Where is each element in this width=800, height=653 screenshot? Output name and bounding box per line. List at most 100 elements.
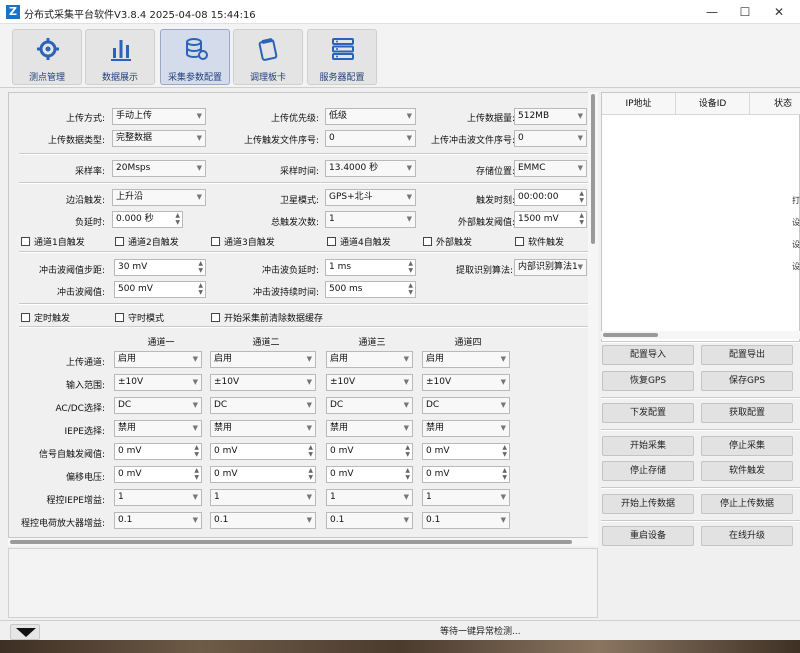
toolbar-button-acq-config[interactable]: 采集参数配置 bbox=[160, 29, 230, 85]
channel-1-field[interactable]: 1 ▼ bbox=[114, 489, 202, 506]
spinner-arrows-icon[interactable]: ▲ ▼ bbox=[194, 467, 199, 481]
scroll-thumb[interactable] bbox=[591, 94, 595, 244]
guard-mode-checkbox[interactable]: 守时模式 bbox=[115, 311, 164, 324]
channel-3-field[interactable]: ±10V ▼ bbox=[326, 374, 413, 391]
spinner-arrows-icon[interactable]: ▲ ▼ bbox=[405, 444, 410, 458]
spinner-arrows-icon[interactable]: ▲ ▼ bbox=[579, 212, 584, 226]
channel-3-field[interactable]: 启用 ▼ bbox=[326, 351, 413, 368]
spinner-arrows-icon[interactable]: ▲ ▼ bbox=[308, 444, 313, 458]
channel-4-field[interactable]: ±10V ▼ bbox=[422, 374, 510, 391]
start-acquisition-button[interactable]: 开始采集 bbox=[602, 436, 694, 456]
checkbox-box[interactable] bbox=[21, 237, 30, 246]
online-upgrade-button[interactable]: 在线升级 bbox=[701, 526, 793, 546]
spinner-arrows-icon[interactable]: ▲ ▼ bbox=[194, 444, 199, 458]
log-panel[interactable] bbox=[8, 548, 598, 618]
channel-2-field[interactable]: 0.1 ▼ bbox=[210, 512, 316, 529]
channel-2-field[interactable]: ±10V ▼ bbox=[210, 374, 316, 391]
upload-amount-select[interactable]: 512MB ▼ bbox=[514, 108, 587, 125]
stop-upload-button[interactable]: 停止上传数据 bbox=[701, 494, 793, 514]
column-header-device-id[interactable]: 设备ID bbox=[676, 93, 750, 115]
channel-3-field[interactable]: 0 mV ▲ ▼ bbox=[326, 443, 413, 460]
channel-2-field[interactable]: DC ▼ bbox=[210, 397, 316, 414]
upload-mode-select[interactable]: 手动上传 ▼ bbox=[112, 108, 206, 125]
software-trigger-button[interactable]: 软件触发 bbox=[701, 461, 793, 481]
channel-3-field[interactable]: 禁用 ▼ bbox=[326, 420, 413, 437]
channel-4-field[interactable]: 启用 ▼ bbox=[422, 351, 510, 368]
spinner-arrows-icon[interactable]: ▲ ▼ bbox=[408, 282, 413, 296]
channel-1-field[interactable]: 0 mV ▲ ▼ bbox=[114, 443, 202, 460]
channel-3-field[interactable]: 1 ▼ bbox=[326, 489, 413, 506]
scroll-thumb[interactable] bbox=[10, 540, 572, 544]
spinner-arrows-icon[interactable]: ▲ ▼ bbox=[198, 260, 203, 274]
restart-device-button[interactable]: 重启设备 bbox=[602, 526, 694, 546]
minimize-button[interactable]: — bbox=[695, 0, 729, 24]
channel-4-field[interactable]: 0.1 ▼ bbox=[422, 512, 510, 529]
spinner-arrows-icon[interactable]: ▲ ▼ bbox=[405, 467, 410, 481]
channel-4-field[interactable]: 1 ▼ bbox=[422, 489, 510, 506]
channel-2-field[interactable]: 0 mV ▲ ▼ bbox=[210, 443, 316, 460]
channel-1-field[interactable]: 禁用 ▼ bbox=[114, 420, 202, 437]
total-trigger-count-select[interactable]: 1 ▼ bbox=[325, 211, 416, 228]
toolbar-button-server-config[interactable]: 服务器配置 bbox=[307, 29, 377, 85]
start-upload-button[interactable]: 开始上传数据 bbox=[602, 494, 694, 514]
satellite-mode-select[interactable]: GPS+北斗 ▼ bbox=[325, 189, 416, 206]
restore-gps-button[interactable]: 恢复GPS bbox=[602, 371, 694, 391]
close-button[interactable]: ✕ bbox=[762, 0, 796, 24]
save-gps-button[interactable]: 保存GPS bbox=[701, 371, 793, 391]
channel-3-field[interactable]: 0 mV ▲ ▼ bbox=[326, 466, 413, 483]
channel-1-field[interactable]: 0 mV ▲ ▼ bbox=[114, 466, 202, 483]
spinner-arrows-icon[interactable]: ▲ ▼ bbox=[198, 282, 203, 296]
shock-duration-field[interactable]: 500 ms ▲ ▼ bbox=[325, 281, 416, 298]
channel-4-field[interactable]: 禁用 ▼ bbox=[422, 420, 510, 437]
shock-threshold-field[interactable]: 500 mV ▲ ▼ bbox=[114, 281, 206, 298]
scroll-thumb[interactable] bbox=[603, 333, 658, 337]
edge-trigger-select[interactable]: 上升沿 ▼ bbox=[112, 189, 206, 206]
channel-3-field[interactable]: DC ▼ bbox=[326, 397, 413, 414]
checkbox-box[interactable] bbox=[115, 237, 124, 246]
stop-acquisition-button[interactable]: 停止采集 bbox=[701, 436, 793, 456]
column-header-ip[interactable]: IP地址 bbox=[602, 93, 676, 115]
send-config-button[interactable]: 下发配置 bbox=[602, 403, 694, 423]
sample-rate-select[interactable]: 20Msps ▼ bbox=[112, 160, 206, 177]
algorithm-select[interactable]: 内部识别算法1 ▼ bbox=[514, 259, 587, 276]
channel-2-field[interactable]: 启用 ▼ bbox=[210, 351, 316, 368]
channel-2-field[interactable]: 禁用 ▼ bbox=[210, 420, 316, 437]
maximize-button[interactable]: ☐ bbox=[728, 0, 762, 24]
storage-select[interactable]: EMMC ▼ bbox=[514, 160, 587, 177]
software-trigger-checkbox[interactable]: 软件触发 bbox=[515, 235, 564, 248]
channel-1-field[interactable]: 0.1 ▼ bbox=[114, 512, 202, 529]
channel-1-field[interactable]: 启用 ▼ bbox=[114, 351, 202, 368]
checkbox-box[interactable] bbox=[423, 237, 432, 246]
ch1-self-trigger-checkbox[interactable]: 通道1自触发 bbox=[21, 235, 85, 248]
ch4-self-trigger-checkbox[interactable]: 通道4自触发 bbox=[327, 235, 391, 248]
stop-storage-button[interactable]: 停止存储 bbox=[602, 461, 694, 481]
checkbox-box[interactable] bbox=[327, 237, 336, 246]
channel-2-field[interactable]: 1 ▼ bbox=[210, 489, 316, 506]
channel-4-field[interactable]: 0 mV ▲ ▼ bbox=[422, 466, 510, 483]
channel-4-field[interactable]: 0 mV ▲ ▼ bbox=[422, 443, 510, 460]
shock-step-field[interactable]: 30 mV ▲ ▼ bbox=[114, 259, 206, 276]
channel-2-field[interactable]: 0 mV ▲ ▼ bbox=[210, 466, 316, 483]
toolbar-button-conditioning-board[interactable]: 调理板卡 bbox=[233, 29, 303, 85]
external-threshold-field[interactable]: 1500 mV ▲ ▼ bbox=[514, 211, 587, 228]
upload-trigger-seq-select[interactable]: 0 ▼ bbox=[325, 130, 416, 147]
checkbox-box[interactable] bbox=[515, 237, 524, 246]
config-vertical-scrollbar[interactable] bbox=[588, 92, 598, 538]
collapse-panel-button[interactable] bbox=[10, 624, 40, 640]
timed-trigger-checkbox[interactable]: 定时触发 bbox=[21, 311, 70, 324]
spinner-arrows-icon[interactable]: ▲ ▼ bbox=[579, 190, 584, 204]
channel-1-field[interactable]: ±10V ▼ bbox=[114, 374, 202, 391]
upload-shock-seq-select[interactable]: 0 ▼ bbox=[514, 130, 587, 147]
table-horizontal-scrollbar[interactable] bbox=[601, 331, 800, 339]
external-trigger-checkbox[interactable]: 外部触发 bbox=[423, 235, 472, 248]
config-horizontal-scrollbar[interactable] bbox=[8, 538, 598, 546]
spinner-arrows-icon[interactable]: ▲ ▼ bbox=[308, 467, 313, 481]
spinner-arrows-icon[interactable]: ▲ ▼ bbox=[502, 444, 507, 458]
channel-1-field[interactable]: DC ▼ bbox=[114, 397, 202, 414]
toolbar-button-data-display[interactable]: 数据展示 bbox=[85, 29, 155, 85]
trigger-time-field[interactable]: 00:00:00 ▲ ▼ bbox=[514, 189, 587, 206]
negative-delay-field[interactable]: 0.000 秒 ▲ ▼ bbox=[112, 211, 183, 228]
checkbox-box[interactable] bbox=[211, 313, 220, 322]
toolbar-button-measure-points[interactable]: 测点管理 bbox=[12, 29, 82, 85]
shock-neg-delay-field[interactable]: 1 ms ▲ ▼ bbox=[325, 259, 416, 276]
